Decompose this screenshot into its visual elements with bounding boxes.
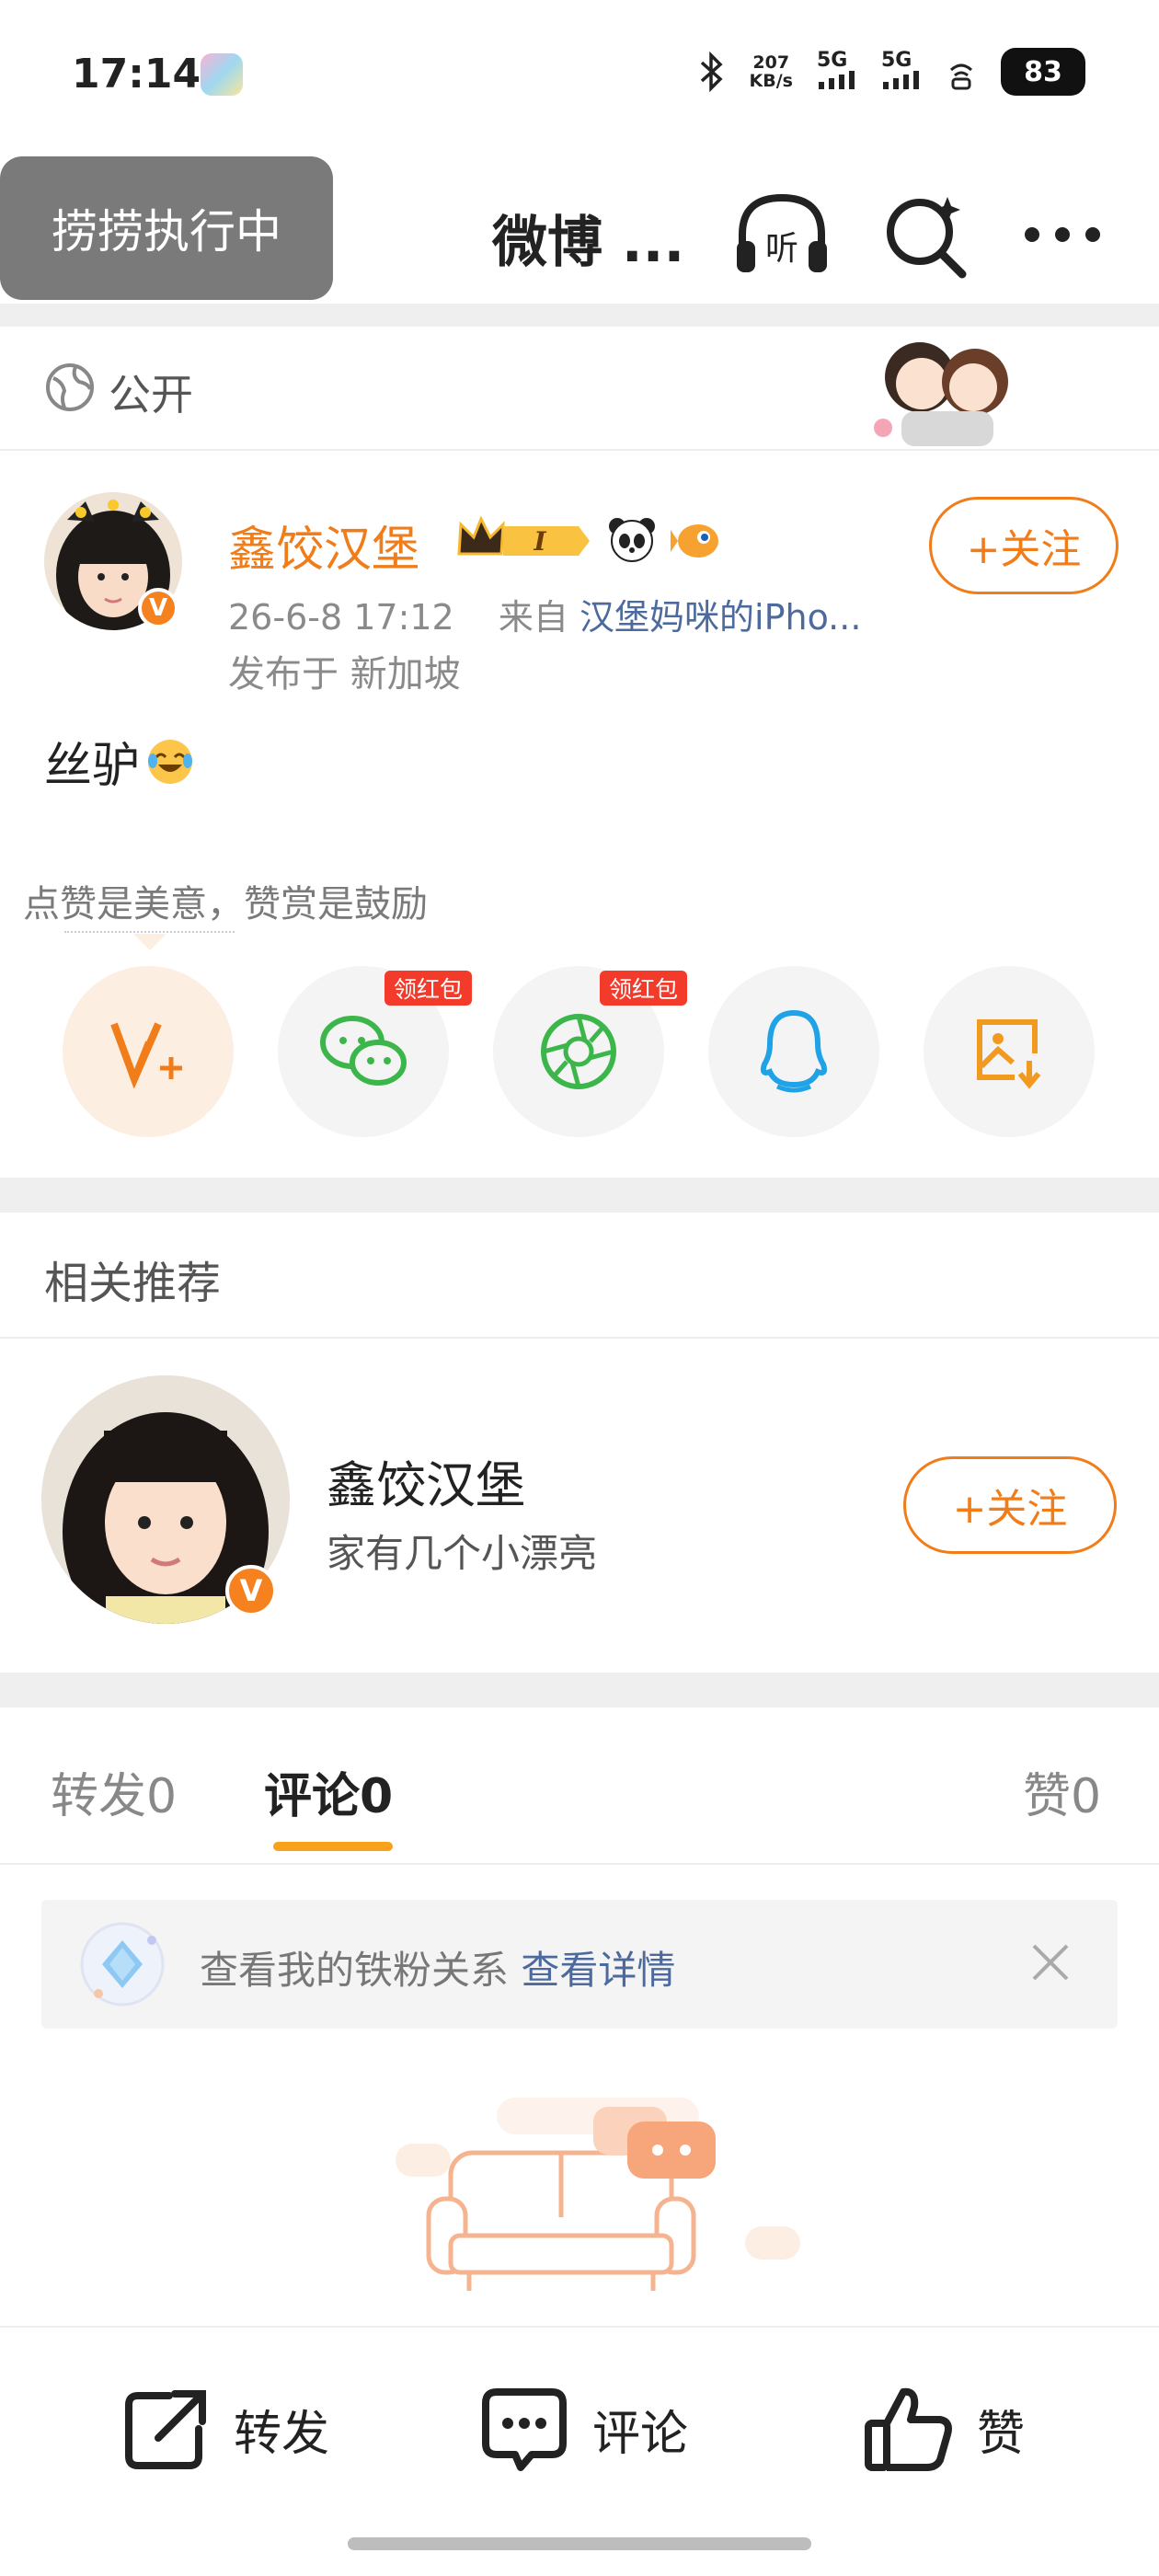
panda-badge-icon[interactable]	[606, 513, 658, 565]
repost-label: 转发	[234, 2406, 330, 2462]
related-follow-button[interactable]: +关注	[903, 1456, 1117, 1554]
visibility-label: 公开	[109, 370, 193, 420]
tab-comment[interactable]: 评论0	[264, 1757, 393, 1826]
empty-comments-sofa-icon	[396, 2098, 800, 2291]
comment-button[interactable]: 评论	[478, 2383, 688, 2475]
location-prefix: 发布于	[228, 653, 339, 696]
signal-icon	[883, 71, 919, 89]
diamond-icon	[80, 1922, 165, 2007]
red-packet-badge: 领红包	[600, 971, 688, 1006]
fan-relation-text: 查看我的铁粉关系 查看详情	[200, 1939, 675, 1995]
divider	[0, 1337, 1159, 1339]
tab-repost-count: 0	[146, 1769, 178, 1824]
repost-button[interactable]: 转发	[120, 2383, 329, 2475]
visibility-row: 公开	[0, 327, 1159, 451]
battery-indicator: 83	[1001, 48, 1085, 96]
related-user-name[interactable]: 鑫饺汉堡	[327, 1444, 525, 1517]
bluetooth-icon	[700, 51, 723, 93]
save-image-button[interactable]	[924, 966, 1095, 1137]
qq-penguin-icon	[760, 1009, 828, 1093]
decorative-sticker-icon	[874, 342, 1008, 446]
tab-like-count: 0	[1071, 1769, 1102, 1824]
fan-relation-link[interactable]: 查看详情	[521, 1948, 675, 1993]
reward-hint-caret	[133, 934, 166, 950]
post-source-link[interactable]: 汉堡妈咪的iPho...	[580, 597, 861, 638]
globe-icon	[46, 363, 94, 411]
signal-icon	[819, 71, 855, 89]
fan-relation-label: 查看我的铁粉关系	[200, 1948, 510, 1993]
signal-sim2: 5G	[881, 51, 922, 93]
share-qq-button[interactable]	[708, 966, 879, 1137]
share-arrow-icon	[125, 2390, 206, 2469]
app-notification-icon	[201, 53, 243, 96]
signal-sim1: 5G	[817, 51, 857, 93]
net-speed-unit: KB/s	[749, 71, 793, 91]
toast-message: 捞捞执行中	[0, 156, 333, 300]
location-value: 新加坡	[350, 653, 461, 696]
nav-bar: 捞捞执行中 微博 ... 听	[0, 152, 1159, 304]
related-section-title: 相关推荐	[44, 1258, 222, 1309]
tab-repost-label: 转发	[51, 1769, 147, 1824]
thumbs-up-icon	[865, 2387, 952, 2471]
listen-headphones-icon[interactable]: 听	[731, 184, 832, 285]
source-prefix: 来自	[498, 597, 568, 638]
reward-button[interactable]	[63, 966, 234, 1137]
sim2-label: 5G	[881, 49, 912, 72]
post-text-content: 丝驴	[44, 739, 141, 794]
fish-badge-icon[interactable]	[671, 513, 722, 565]
fan-relation-banner[interactable]: 查看我的铁粉关系 查看详情	[41, 1900, 1118, 2029]
like-label: 赞	[977, 2406, 1026, 2462]
verified-badge-icon: V	[225, 1565, 277, 1616]
search-icon[interactable]	[874, 184, 975, 285]
page-title: 微博 ...	[492, 211, 685, 275]
post-meta: 26-6-8 17:12 来自 汉堡妈咪的iPho...	[228, 589, 861, 639]
reward-v-icon	[110, 1022, 182, 1088]
reward-hint-underline	[64, 931, 235, 933]
moments-aperture-icon	[541, 1014, 616, 1089]
status-bar: 17:14 207 KB/s 5G 5G 83	[0, 0, 1159, 152]
tab-repost[interactable]: 转发0	[51, 1757, 177, 1826]
vip-crown-badge-icon[interactable]: I	[455, 513, 593, 565]
verified-badge-icon: V	[138, 588, 178, 628]
vip-level-text: I	[533, 526, 546, 557]
red-packet-badge: 领红包	[384, 971, 473, 1006]
post-text: 丝驴	[44, 727, 195, 796]
net-speed: 207 KB/s	[750, 53, 793, 90]
author-badges: I	[455, 513, 722, 565]
related-user-desc: 家有几个小漂亮	[327, 1531, 598, 1576]
tab-like-label: 赞	[1023, 1769, 1072, 1824]
close-icon[interactable]	[1025, 1937, 1076, 1988]
like-button[interactable]: 赞	[863, 2383, 1025, 2475]
tab-like[interactable]: 赞0	[1023, 1757, 1101, 1826]
follow-button[interactable]: +关注	[929, 497, 1119, 594]
sim1-label: 5G	[817, 49, 848, 72]
net-speed-value: 207	[752, 52, 790, 73]
tab-comment-count: 0	[360, 1769, 394, 1824]
reward-hint: 点赞是美意，赞赏是鼓励	[23, 883, 428, 926]
laugh-cry-emoji-icon	[148, 739, 193, 784]
nfc-icon	[949, 63, 973, 90]
save-image-icon	[977, 1019, 1041, 1089]
tab-comment-label: 评论	[264, 1769, 361, 1824]
author-avatar[interactable]: V	[44, 492, 182, 630]
post-timestamp: 26-6-8 17:12	[228, 597, 454, 638]
home-indicator[interactable]	[348, 2537, 811, 2550]
related-user-avatar[interactable]: V	[41, 1375, 290, 1624]
svg-text:听: 听	[765, 230, 798, 268]
comment-label: 评论	[592, 2406, 689, 2462]
more-icon[interactable]	[1012, 184, 1113, 285]
status-time: 17:14	[72, 51, 201, 98]
divider	[0, 1863, 1159, 1865]
wechat-icon	[320, 1016, 407, 1086]
author-name[interactable]: 鑫饺汉堡	[228, 511, 419, 580]
divider	[0, 304, 1159, 327]
comment-bubble-icon	[482, 2388, 567, 2471]
divider	[0, 1178, 1159, 1213]
divider	[0, 1673, 1159, 1708]
tab-active-indicator	[273, 1842, 393, 1851]
post-location: 发布于 新加坡	[228, 644, 461, 697]
